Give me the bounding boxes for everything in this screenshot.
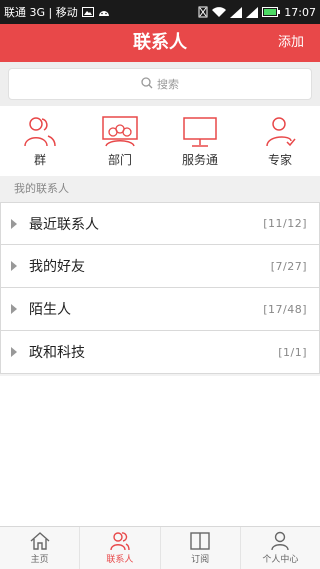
group-name: 陌生人	[29, 302, 71, 318]
quick-label-group: 群	[33, 153, 46, 167]
tab-label-subscribe: 订阅	[191, 555, 210, 565]
contacts-icon	[110, 532, 130, 551]
expand-arrow-icon	[11, 261, 17, 271]
expand-arrow-icon	[11, 218, 17, 229]
monitor-icon	[183, 117, 217, 147]
clock-text: 17:07	[284, 5, 316, 19]
expand-arrow-icon	[11, 304, 17, 314]
quick-label-expert: 专家	[267, 153, 292, 167]
battery-icon	[262, 7, 281, 17]
page-title: 联系人	[133, 32, 187, 53]
expert-icon	[266, 117, 296, 147]
carrier-text: 联通 3G | 移动	[4, 6, 78, 19]
empty-content-area	[0, 376, 320, 526]
search-input[interactable]: 搜索	[8, 68, 312, 100]
signal-icon	[230, 6, 243, 18]
section-header: 我的联系人	[0, 176, 320, 202]
group-name: 最近联系人	[29, 216, 99, 233]
no-sim-icon	[198, 6, 208, 18]
quick-item-expert[interactable]: 专家	[240, 106, 320, 176]
group-name: 我的好友	[29, 259, 85, 275]
tab-contacts[interactable]: 联系人	[80, 527, 161, 569]
home-icon	[30, 532, 50, 550]
quick-item-service[interactable]: 服务通	[160, 106, 240, 176]
tab-home[interactable]: 主页	[0, 527, 81, 569]
tab-subscribe[interactable]: 订阅	[161, 527, 241, 569]
app-header: 联系人 添加	[0, 24, 320, 62]
group-count: [1/1]	[278, 345, 307, 359]
search-icon	[141, 76, 153, 92]
android-icon	[98, 7, 110, 17]
wifi-icon	[212, 6, 227, 18]
group-row-friends[interactable]: 我的好友 [7/27]	[0, 245, 320, 288]
group-count: [7/27]	[270, 259, 307, 273]
group-row-strangers[interactable]: 陌生人 [17/48]	[0, 288, 320, 331]
search-area: 搜索	[0, 62, 320, 106]
group-icon	[24, 117, 56, 147]
user-icon	[271, 531, 290, 551]
tab-label-profile: 个人中心	[262, 555, 299, 565]
signal-icon-2	[246, 6, 259, 18]
tab-label-home: 主页	[30, 555, 49, 565]
quick-label-department: 部门	[107, 153, 132, 167]
quick-label-service: 服务通	[181, 153, 218, 167]
quick-item-department[interactable]: 部门	[80, 106, 160, 176]
department-icon	[102, 116, 138, 147]
expand-arrow-icon	[11, 347, 17, 357]
tab-profile[interactable]: 个人中心	[241, 527, 320, 569]
quick-actions: 群 部门 服务通 专家	[0, 106, 320, 176]
bottom-tab-bar: 主页 联系人 订阅 个人中心	[0, 526, 320, 569]
group-count: [17/48]	[263, 302, 307, 316]
group-count: [11/12]	[263, 217, 307, 230]
add-button[interactable]: 添加	[278, 24, 304, 62]
group-row-recent[interactable]: 最近联系人 [11/12]	[0, 202, 320, 245]
quick-item-group[interactable]: 群	[0, 106, 80, 176]
status-bar: 联通 3G | 移动 17:07	[0, 0, 320, 24]
group-name: 政和科技	[29, 345, 85, 361]
group-row-company[interactable]: 政和科技 [1/1]	[0, 331, 320, 374]
contact-group-list: 最近联系人 [11/12] 我的好友 [7/27] 陌生人 [17/48] 政和…	[0, 202, 320, 374]
tab-label-contacts: 联系人	[106, 555, 134, 565]
book-icon	[190, 532, 210, 550]
image-notification-icon	[81, 7, 94, 17]
search-placeholder: 搜索	[157, 78, 179, 91]
